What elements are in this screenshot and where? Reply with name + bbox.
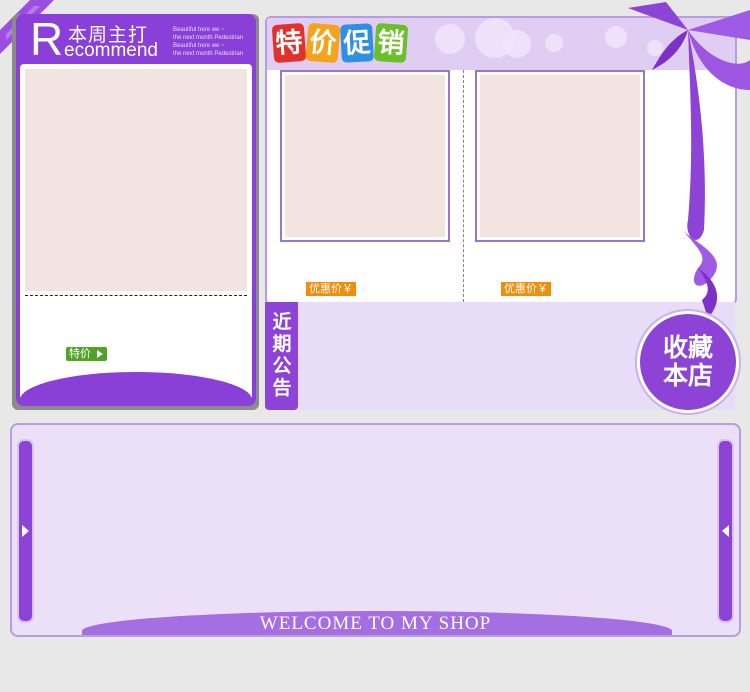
favorite-line: 收藏 xyxy=(662,334,713,362)
bubble-decoration xyxy=(435,24,465,54)
notice-label: 近 期 公 告 xyxy=(270,312,294,400)
recommend-title-en: ecommend xyxy=(64,40,158,61)
recommend-initial: R xyxy=(30,13,64,65)
shop-decoration-canvas: R 本周主打 ecommend Beautiful here we ~ the … xyxy=(0,0,750,692)
ribbon-bow-icon xyxy=(628,2,750,318)
notice-label-char: 告 xyxy=(272,378,292,399)
arrow-left-icon xyxy=(722,525,729,537)
promo-title-char: 销 xyxy=(373,22,409,64)
promo-product-2[interactable] xyxy=(475,70,645,242)
special-price-button[interactable]: 特价 xyxy=(66,347,107,361)
favorite-shop-button[interactable]: 收藏 本店 xyxy=(637,311,739,413)
bubble-decoration xyxy=(605,26,627,48)
divider xyxy=(25,295,247,296)
tagline-line: the next month Pedestrian xyxy=(173,51,244,57)
product-photo xyxy=(285,75,445,237)
divider xyxy=(463,70,464,302)
tagline-line: Beautiful here we ~ xyxy=(173,43,225,49)
product-photo xyxy=(480,75,640,237)
promo-title-char: 促 xyxy=(340,23,374,63)
welcome-banner: WELCOME TO MY SHOP xyxy=(10,423,741,637)
scroll-left-bar[interactable] xyxy=(17,439,34,623)
promo-title-char: 特 xyxy=(271,22,307,64)
arrow-right-icon xyxy=(22,525,29,537)
favorite-line: 本店 xyxy=(662,362,713,390)
bubble-decoration xyxy=(545,34,563,52)
notice-label-char: 公 xyxy=(272,356,292,377)
promo-product-1[interactable] xyxy=(280,70,450,242)
promo-price-label-1[interactable]: 优惠价￥ xyxy=(306,282,356,296)
bubble-decoration xyxy=(503,30,531,58)
notice-label-char: 期 xyxy=(272,334,292,355)
promo-price-label-2[interactable]: 优惠价￥ xyxy=(501,282,551,296)
recommend-product-photo[interactable] xyxy=(25,69,247,291)
tagline-line: the next month Pedestrian xyxy=(173,35,244,41)
tagline-line: Beautiful here we ~ xyxy=(173,27,225,33)
welcome-text: WELCOME TO MY SHOP xyxy=(259,613,492,634)
recommend-panel-frame: R 本周主打 ecommend Beautiful here we ~ the … xyxy=(16,14,256,406)
promo-title-char: 价 xyxy=(305,22,341,64)
favorite-shop-label: 收藏 本店 xyxy=(640,334,736,390)
recommend-tagline: Beautiful here we ~ the next month Pedes… xyxy=(173,26,255,58)
notice-label-char: 近 xyxy=(272,312,292,333)
recommend-panel: R 本周主打 ecommend Beautiful here we ~ the … xyxy=(12,14,259,410)
scroll-right-bar[interactable] xyxy=(717,439,734,623)
